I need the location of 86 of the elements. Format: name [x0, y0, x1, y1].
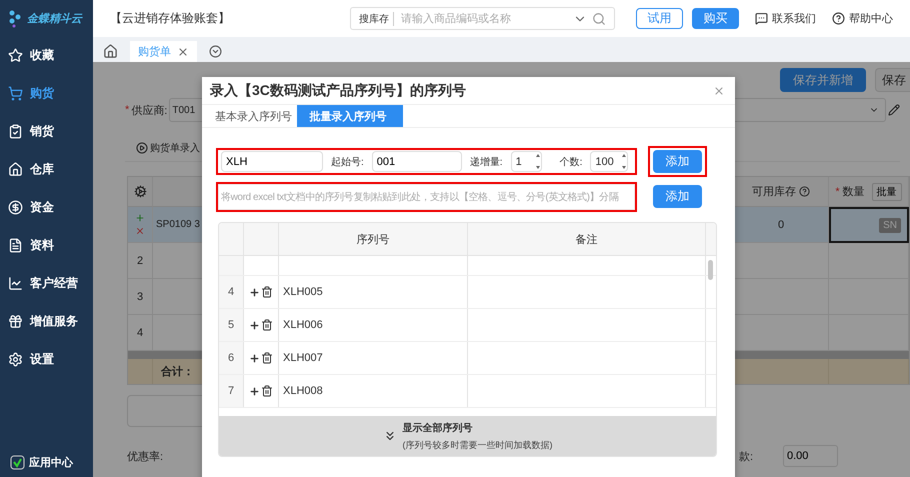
settings-icon [8, 352, 23, 366]
search-scope[interactable]: 搜库存 [359, 12, 394, 26]
document-icon [8, 238, 23, 252]
trash-icon[interactable] [261, 319, 273, 331]
table-cell: 3 [128, 279, 153, 315]
supplier-label: 供应商: [131, 104, 168, 118]
spinner-arrows-icon[interactable] [621, 152, 628, 171]
trash-icon[interactable] [261, 385, 273, 397]
logo-text: 金蝶精斗云 [27, 12, 82, 26]
serial-number: XLH006 [279, 309, 468, 341]
chart-icon [8, 276, 23, 290]
add-icon[interactable] [249, 386, 260, 396]
account-title: 【云进销存体验账套】 [110, 10, 231, 27]
scrollbar-thumb[interactable] [708, 260, 713, 280]
search-field[interactable]: 搜库存 请输入商品编码或名称 [350, 7, 615, 30]
add-icon[interactable] [249, 320, 260, 330]
payment-field[interactable]: 0.00 [783, 445, 838, 467]
sidebar-item[interactable]: 销货 [0, 112, 93, 150]
column-title: 可用库存 [752, 184, 796, 199]
prefix-field[interactable]: XLH [221, 151, 323, 172]
cart-icon [8, 86, 23, 100]
home-icon[interactable] [103, 44, 118, 59]
row-number: 4 [219, 276, 244, 308]
column-header: 序列号 [279, 223, 468, 255]
sidebar-item[interactable]: 客户经营 [0, 264, 93, 302]
coin-icon [8, 200, 23, 214]
trash-icon[interactable] [261, 286, 273, 298]
header-link[interactable]: 帮助中心 [832, 11, 893, 26]
count-field[interactable]: 100 [590, 151, 628, 172]
paste-field[interactable]: 将word excel txt文档中的序列号复制粘贴到此处，支持以【空格、逗号、分号(英文格式)】分隔 [218, 184, 635, 210]
row-number: 6 [219, 342, 244, 374]
serial-number: XLH007 [279, 342, 468, 374]
help-icon [832, 12, 845, 25]
step-label: 递增量: [470, 156, 503, 168]
search-icon[interactable] [592, 12, 606, 26]
discount-label: 优惠率: [127, 450, 164, 464]
start-field[interactable]: 001 [372, 151, 462, 172]
add-icon[interactable] [249, 286, 260, 298]
edit-icon[interactable] [888, 104, 900, 116]
sidebar-item[interactable]: 资金 [0, 188, 93, 226]
close-icon[interactable] [177, 46, 189, 58]
sidebar-item[interactable]: 收藏 [0, 36, 93, 74]
sidebar-item[interactable]: 仓库 [0, 150, 93, 188]
table-cell: 4 [128, 315, 153, 351]
count-label: 个数: [560, 156, 582, 168]
trash-icon[interactable] [261, 352, 273, 364]
spinner-arrows-icon[interactable] [534, 152, 541, 171]
house-icon [8, 162, 23, 176]
tab-menu-icon[interactable] [209, 45, 222, 58]
sidebar-item[interactable]: 增值服务 [0, 302, 93, 340]
payment-label: 款: [738, 450, 753, 464]
play-icon[interactable] [136, 142, 148, 154]
clipboard-icon [8, 124, 23, 138]
step-field[interactable]: 1 [510, 151, 542, 172]
header-link[interactable]: 联系我们 [755, 11, 816, 26]
logo-icon [8, 8, 22, 28]
show-all-button[interactable]: 显示全部序列号 (序列号较多时需要一些时间加载数据) [219, 416, 716, 456]
help-icon[interactable] [799, 186, 810, 197]
column-title: 数量 [842, 185, 865, 199]
required-mark: * [835, 186, 840, 198]
check-icon [10, 454, 25, 470]
dialog-tab[interactable]: 基本录入序列号 [205, 105, 297, 127]
serial-number: XLH005 [279, 276, 468, 308]
row-number: 5 [219, 309, 244, 341]
start-label: 起始号: [331, 156, 364, 168]
gear-icon[interactable] [134, 185, 146, 198]
table-cell: 2 [128, 243, 153, 279]
column-header: 备注 [468, 223, 706, 255]
dialog-title: 录入【3C数码测试产品序列号】的序列号 [210, 82, 466, 100]
app-center-link[interactable]: 应用中心 [0, 447, 93, 477]
star-icon [8, 48, 23, 62]
serial-number: XLH008 [279, 375, 468, 407]
sidebar-item[interactable]: 资料 [0, 226, 93, 264]
batch-button[interactable]: 批量 [872, 182, 902, 200]
save-button[interactable]: 保存 [875, 68, 910, 92]
close-icon[interactable] [713, 84, 725, 96]
row-number: 7 [219, 375, 244, 407]
sidebar-item[interactable]: 设置 [0, 340, 93, 378]
sidebar-item[interactable]: 购货 [0, 74, 93, 112]
gift-icon [8, 314, 23, 328]
add-icon[interactable] [249, 352, 260, 364]
required-mark: * [125, 104, 130, 116]
chat-icon [755, 12, 768, 25]
table-cell: 0 [734, 207, 829, 243]
delete-row-icon[interactable] [135, 226, 145, 236]
entry-link[interactable]: 购货单录入 [150, 140, 200, 154]
